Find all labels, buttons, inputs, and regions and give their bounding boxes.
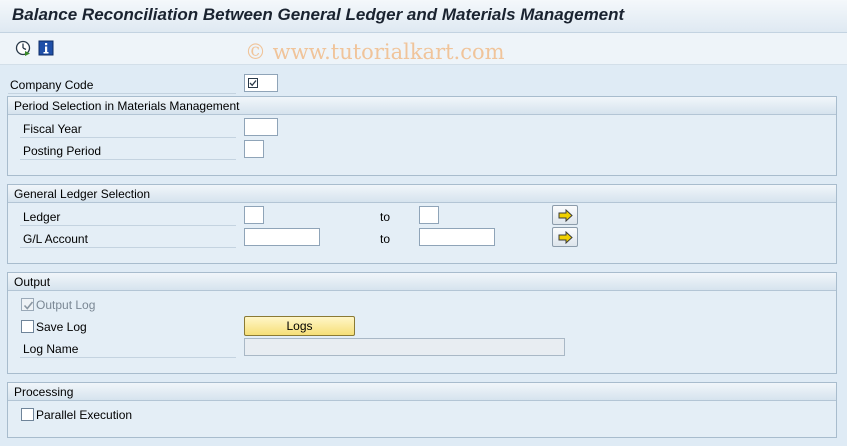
fiscal-year-label: Fiscal Year [23,122,82,136]
execute-clock-icon[interactable] [15,40,31,56]
gl-account-from-input[interactable] [244,228,320,246]
output-log-checkbox[interactable] [21,298,34,311]
period-group-header: Period Selection in Materials Management [8,97,836,115]
title-bar: Balance Reconciliation Between General L… [0,0,847,33]
log-name-input[interactable] [244,338,565,356]
posting-period-input[interactable] [244,140,264,158]
period-selection-group: Period Selection in Materials Management [7,96,837,176]
save-log-label: Save Log [36,320,87,334]
gl-group-header: General Ledger Selection [8,185,836,203]
info-icon[interactable] [38,40,54,56]
page-title: Balance Reconciliation Between General L… [12,5,625,24]
output-group-title: Output [14,275,51,289]
posting-period-label: Posting Period [23,144,102,158]
posting-period-underline [20,159,236,160]
gl-account-underline [20,247,236,248]
save-log-checkbox[interactable] [21,320,34,333]
search-help-icon [248,78,258,88]
gl-account-to-input[interactable] [419,228,495,246]
parallel-execution-checkbox[interactable] [21,408,34,421]
ledger-from-input[interactable] [244,206,264,224]
ledger-to-input[interactable] [419,206,439,224]
gl-selection-group: General Ledger Selection [7,184,837,264]
gl-account-to-label: to [380,232,391,246]
ledger-underline [20,225,236,226]
ledger-label: Ledger [23,210,61,224]
company-code-input[interactable] [244,74,278,92]
gl-group-title: General Ledger Selection [14,187,151,201]
parallel-execution-label: Parallel Execution [36,408,133,422]
ledger-to-label: to [380,210,391,224]
watermark: © www.tutorialkart.com [245,40,505,64]
company-code-label: Company Code [10,78,94,92]
log-name-underline [20,357,236,358]
processing-group-title: Processing [14,385,74,399]
output-group: Output [7,272,837,374]
application-toolbar: © www.tutorialkart.com [0,33,847,65]
fiscal-year-underline [20,137,236,138]
company-code-underline [8,93,236,94]
ledger-multiple-selection-button[interactable] [552,205,578,225]
arrow-right-icon [558,209,573,222]
fiscal-year-input[interactable] [244,118,278,136]
log-name-label: Log Name [23,342,79,356]
gl-account-multiple-selection-button[interactable] [552,227,578,247]
output-group-header: Output [8,273,836,291]
period-group-title: Period Selection in Materials Management [14,99,240,113]
processing-group-header: Processing [8,383,836,401]
gl-account-label: G/L Account [23,232,88,246]
arrow-right-icon [558,231,573,244]
output-log-label: Output Log [36,298,96,312]
checkmark-icon [23,301,34,310]
logs-button[interactable]: Logs [244,316,355,336]
